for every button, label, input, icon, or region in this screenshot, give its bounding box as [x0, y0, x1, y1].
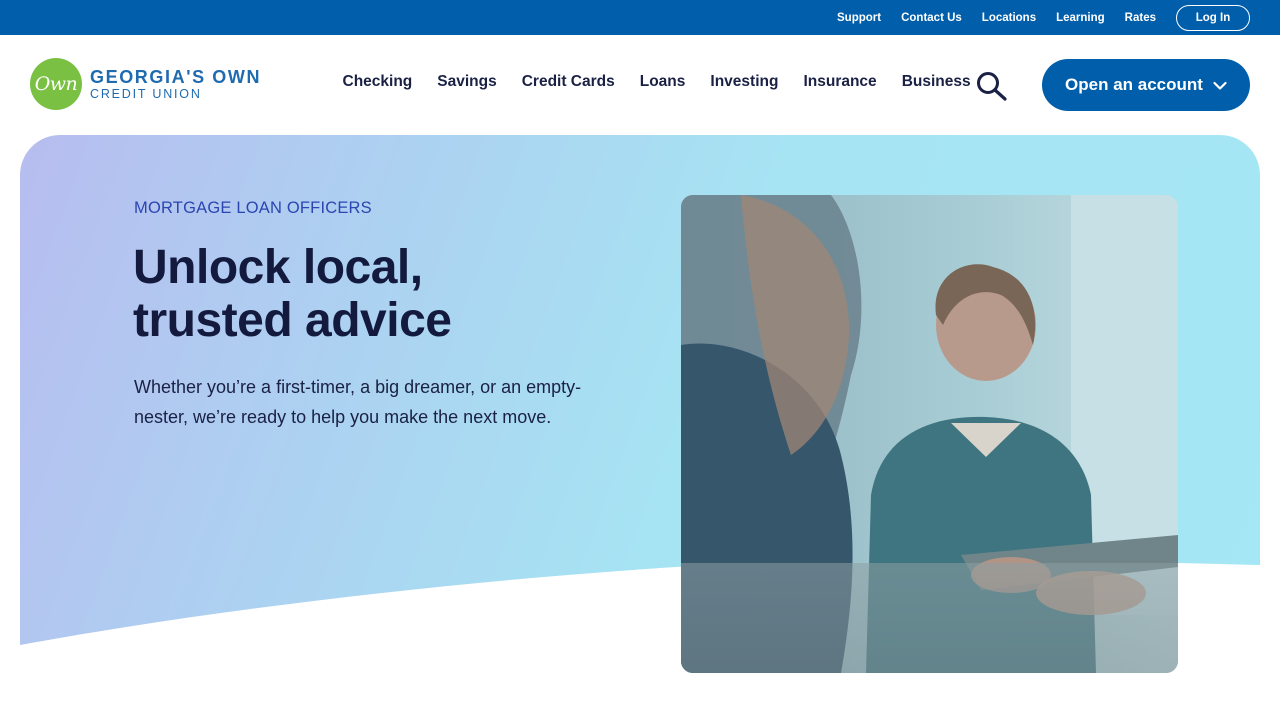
search-button[interactable]: [976, 71, 1008, 101]
utility-link-rates[interactable]: Rates: [1125, 12, 1156, 24]
utility-nav: Support Contact Us Locations Learning Ra…: [837, 12, 1156, 24]
logo[interactable]: Own GEORGIA'S OWN CREDIT UNION: [30, 58, 261, 110]
nav-item-loans[interactable]: Loans: [627, 73, 698, 91]
nav-item-credit-cards[interactable]: Credit Cards: [509, 73, 627, 91]
nav-item-investing[interactable]: Investing: [698, 73, 791, 91]
logo-line-1: GEORGIA'S OWN: [90, 66, 262, 87]
main-nav: Checking Savings Credit Cards Loans Inve…: [330, 73, 983, 91]
hero-body: Whether you’re a first-timer, a big drea…: [134, 377, 582, 427]
hero-photo-illustration: [681, 195, 1178, 673]
utility-link-locations[interactable]: Locations: [982, 12, 1036, 24]
utility-bar: Support Contact Us Locations Learning Ra…: [0, 0, 1280, 35]
logo-line-2: CREDIT UNION: [90, 86, 202, 101]
nav-item-insurance[interactable]: Insurance: [791, 73, 889, 91]
nav-item-savings[interactable]: Savings: [425, 73, 509, 91]
hero-photo: [681, 195, 1178, 673]
hero-eyebrow: MORTGAGE LOAN OFFICERS: [134, 199, 372, 217]
utility-link-contact-us[interactable]: Contact Us: [901, 12, 962, 24]
open-account-label: Open an account: [1065, 75, 1203, 94]
logo-wordmark: GEORGIA'S OWN CREDIT UNION: [90, 68, 261, 101]
nav-item-checking[interactable]: Checking: [330, 73, 425, 91]
utility-link-support[interactable]: Support: [837, 12, 881, 24]
chevron-down-icon: [1213, 81, 1227, 90]
utility-link-learning[interactable]: Learning: [1056, 12, 1105, 24]
hero-title: Unlock local, trusted advice: [133, 241, 452, 347]
logo-mark: Own: [30, 58, 82, 110]
search-icon: [977, 72, 1007, 101]
main-header: Own GEORGIA'S OWN CREDIT UNION Checking …: [0, 35, 1280, 135]
open-account-button[interactable]: Open an account: [1042, 59, 1250, 111]
login-button[interactable]: Log In: [1176, 4, 1250, 31]
nav-item-business[interactable]: Business: [889, 73, 983, 91]
